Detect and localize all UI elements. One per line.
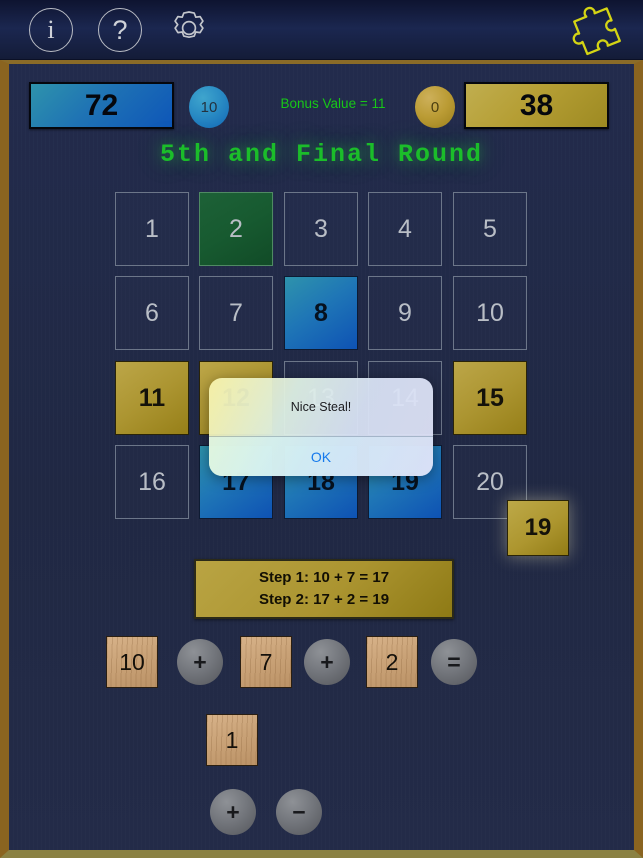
grid-tile-7[interactable]: 7 bbox=[199, 276, 273, 350]
player-score-left: 72 bbox=[29, 82, 174, 129]
operator-button-1[interactable]: + bbox=[177, 639, 223, 685]
alert-ok-button[interactable]: OK bbox=[209, 437, 433, 476]
grid-tile-8[interactable]: 8 bbox=[284, 276, 358, 350]
grid-tile-16[interactable]: 16 bbox=[115, 445, 189, 519]
result-row: 1 bbox=[9, 714, 634, 770]
operand-tile-1[interactable]: 10 bbox=[106, 636, 158, 688]
grid-tile-2[interactable]: 2 bbox=[199, 192, 273, 266]
grid-tile-10[interactable]: 10 bbox=[453, 276, 527, 350]
gear-icon[interactable] bbox=[162, 3, 216, 57]
grid-tile-3[interactable]: 3 bbox=[284, 192, 358, 266]
player-bubble-right: 0 bbox=[415, 86, 455, 128]
equation-row: 10 + 7 + 2 = bbox=[9, 636, 634, 698]
result-tile[interactable]: 1 bbox=[206, 714, 258, 766]
help-icon-label: ? bbox=[112, 14, 128, 45]
info-icon[interactable]: i bbox=[26, 5, 76, 55]
operand-tile-3[interactable]: 2 bbox=[366, 636, 418, 688]
grid-tile-6[interactable]: 6 bbox=[115, 276, 189, 350]
gear-icon-svg bbox=[174, 11, 204, 39]
player-score-right: 38 bbox=[464, 82, 609, 129]
floating-score-tile: 19 bbox=[507, 500, 569, 556]
stepper-controls: + − bbox=[9, 786, 634, 842]
operator-button-2[interactable]: + bbox=[304, 639, 350, 685]
step-line-1: Step 1: 10 + 7 = 17 bbox=[258, 568, 390, 586]
help-icon-circle: ? bbox=[98, 8, 142, 52]
grid-tile-4[interactable]: 4 bbox=[368, 192, 442, 266]
grid-tile-11[interactable]: 11 bbox=[115, 361, 189, 435]
round-title: 5th and Final Round bbox=[159, 140, 484, 169]
top-toolbar: i ? bbox=[0, 0, 643, 60]
game-screen: i ? 72 10 Bonus Value = 11 0 38 5th and … bbox=[0, 0, 643, 858]
grid-tile-9[interactable]: 9 bbox=[368, 276, 442, 350]
decrement-button[interactable]: − bbox=[276, 789, 322, 835]
score-row: 72 10 Bonus Value = 11 0 38 bbox=[9, 74, 634, 136]
grid-tile-15[interactable]: 15 bbox=[453, 361, 527, 435]
puzzle-piece-icon-svg bbox=[572, 6, 621, 56]
steps-panel: Step 1: 10 + 7 = 17 Step 2: 17 + 2 = 19 bbox=[194, 559, 454, 619]
info-icon-circle: i bbox=[29, 8, 73, 52]
equals-button[interactable]: = bbox=[431, 639, 477, 685]
alert-message: Nice Steal! bbox=[290, 400, 352, 414]
info-icon-label: i bbox=[47, 15, 55, 44]
puzzle-piece-icon[interactable] bbox=[559, 4, 633, 56]
grid-tile-5[interactable]: 5 bbox=[453, 192, 527, 266]
alert-dialog: Nice Steal! OK bbox=[209, 378, 433, 476]
bonus-value-label: Bonus Value = 11 bbox=[280, 96, 386, 111]
operand-tile-2[interactable]: 7 bbox=[240, 636, 292, 688]
help-icon[interactable]: ? bbox=[95, 5, 145, 55]
grid-tile-1[interactable]: 1 bbox=[115, 192, 189, 266]
increment-button[interactable]: + bbox=[210, 789, 256, 835]
player-bubble-left: 10 bbox=[189, 86, 229, 128]
step-line-2: Step 2: 17 + 2 = 19 bbox=[258, 591, 390, 608]
